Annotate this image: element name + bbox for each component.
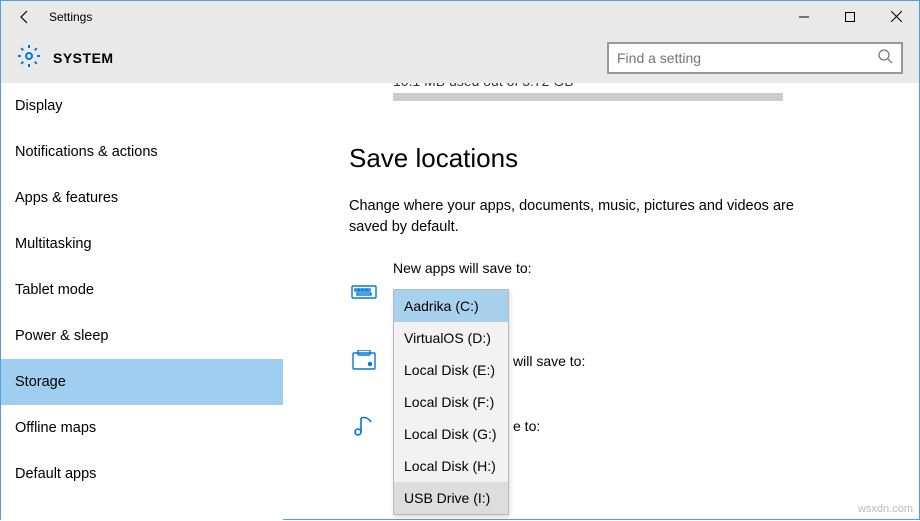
sidebar-item-label: Power & sleep xyxy=(15,328,109,344)
content: Display Notifications & actions Apps & f… xyxy=(1,83,919,521)
dropdown-option-label: Local Disk (H:) xyxy=(404,458,496,474)
sidebar-item-label: Tablet mode xyxy=(15,282,94,298)
sidebar-item-label: Offline maps xyxy=(15,420,96,436)
drive-dropdown[interactable]: Aadrika (C:) VirtualOS (D:) Local Disk (… xyxy=(393,289,509,515)
section-description: Change where your apps, documents, music… xyxy=(349,196,819,238)
sidebar-item-multitasking[interactable]: Multitasking xyxy=(1,221,283,267)
maximize-button[interactable] xyxy=(827,1,873,33)
dropdown-option[interactable]: Local Disk (H:) xyxy=(394,450,508,482)
music-icon xyxy=(349,414,379,438)
header: SYSTEM xyxy=(1,33,919,83)
search-box[interactable] xyxy=(607,42,903,74)
watermark: wsxdn.com xyxy=(858,503,913,515)
sidebar-item-apps-features[interactable]: Apps & features xyxy=(1,175,283,221)
dropdown-option[interactable]: USB Drive (I:) xyxy=(394,482,508,514)
usage-bar xyxy=(393,93,783,101)
back-button[interactable] xyxy=(1,1,49,33)
dropdown-option-label: Aadrika (C:) xyxy=(404,298,479,314)
close-button[interactable] xyxy=(873,1,919,33)
window-title: Settings xyxy=(49,10,781,24)
sidebar-item-label: Display xyxy=(15,98,63,114)
sidebar: Display Notifications & actions Apps & f… xyxy=(1,83,283,521)
minimize-button[interactable] xyxy=(781,1,827,33)
sidebar-item-offline-maps[interactable]: Offline maps xyxy=(1,405,283,451)
sidebar-item-power-sleep[interactable]: Power & sleep xyxy=(1,313,283,359)
dropdown-option-label: USB Drive (I:) xyxy=(404,490,490,506)
gear-icon xyxy=(17,44,41,73)
save-label: will save to: xyxy=(513,353,585,369)
sidebar-item-label: Multitasking xyxy=(15,236,92,252)
documents-icon xyxy=(349,350,379,372)
sidebar-item-label: Default apps xyxy=(15,466,96,482)
save-label: e to: xyxy=(513,418,540,434)
save-label: New apps will save to: xyxy=(349,260,919,276)
usage-text: 10.1 MB used out of 3.72 GB xyxy=(349,83,783,89)
sidebar-item-label: Notifications & actions xyxy=(15,144,158,160)
dropdown-option-label: Local Disk (F:) xyxy=(404,394,494,410)
dropdown-option-label: VirtualOS (D:) xyxy=(404,330,491,346)
sidebar-item-default-apps[interactable]: Default apps xyxy=(1,451,283,497)
titlebar: Settings xyxy=(1,1,919,33)
search-icon xyxy=(877,48,893,69)
dropdown-option[interactable]: Local Disk (F:) xyxy=(394,386,508,418)
sidebar-item-storage[interactable]: Storage xyxy=(1,359,283,405)
dropdown-option[interactable]: Local Disk (G:) xyxy=(394,418,508,450)
dropdown-option[interactable]: Aadrika (C:) xyxy=(394,290,508,322)
section-title: Save locations xyxy=(349,143,919,174)
main-pane: 10.1 MB used out of 3.72 GB Save locatio… xyxy=(283,83,919,521)
dropdown-option[interactable]: Local Disk (E:) xyxy=(394,354,508,386)
dropdown-option-label: Local Disk (G:) xyxy=(404,426,497,442)
window-controls xyxy=(781,1,919,33)
search-input[interactable] xyxy=(617,50,877,66)
dropdown-option[interactable]: VirtualOS (D:) xyxy=(394,322,508,354)
apps-icon xyxy=(349,282,379,302)
sidebar-item-label: Apps & features xyxy=(15,190,118,206)
dropdown-option-label: Local Disk (E:) xyxy=(404,362,495,378)
sidebar-item-notifications[interactable]: Notifications & actions xyxy=(1,129,283,175)
page-title: SYSTEM xyxy=(53,50,114,66)
sidebar-item-tablet-mode[interactable]: Tablet mode xyxy=(1,267,283,313)
storage-usage: 10.1 MB used out of 3.72 GB xyxy=(349,83,783,101)
sidebar-item-display[interactable]: Display xyxy=(1,83,283,129)
sidebar-item-label: Storage xyxy=(15,374,66,390)
